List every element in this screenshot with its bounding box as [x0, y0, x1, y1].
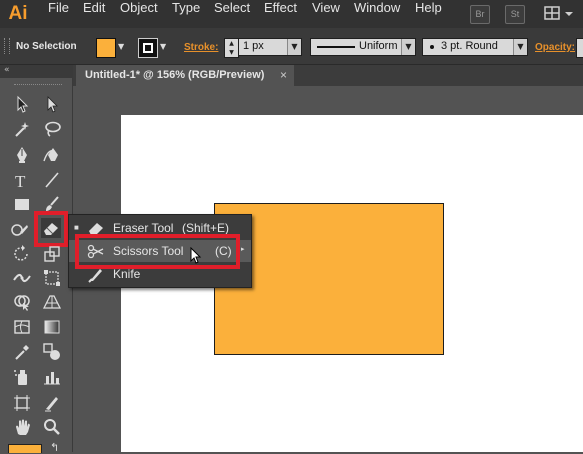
type-tool-icon[interactable]: T	[12, 170, 32, 191]
free-transform-tool-icon[interactable]	[42, 268, 62, 288]
profile-line-icon	[317, 46, 355, 48]
workspace-switcher[interactable]	[543, 4, 577, 23]
magic-wand-tool-icon[interactable]	[12, 119, 32, 139]
menu-select[interactable]: Select	[214, 0, 250, 28]
svg-text:T: T	[15, 172, 26, 190]
line-segment-tool-icon[interactable]	[42, 170, 62, 190]
mesh-tool-icon[interactable]	[12, 317, 32, 337]
tools-panel-header: «	[0, 65, 73, 78]
menu-help[interactable]: Help	[415, 0, 442, 28]
panel-grip[interactable]	[14, 84, 62, 86]
shaper-tool-icon[interactable]	[10, 219, 30, 239]
gradient-tool-icon[interactable]	[42, 317, 62, 337]
rotate-tool-icon[interactable]	[12, 244, 32, 264]
stroke-weight-stepper[interactable]: ▲ ▼	[224, 38, 239, 58]
artboard-tool-icon[interactable]	[12, 393, 32, 413]
swap-fill-stroke-icon[interactable]: ↰	[50, 441, 59, 454]
rectangle-tool-icon[interactable]	[12, 194, 32, 214]
menu-window[interactable]: Window	[354, 0, 400, 28]
document-tab[interactable]: Untitled-1* @ 156% (RGB/Preview) ×	[76, 65, 294, 86]
zoom-tool-icon[interactable]	[42, 417, 62, 437]
menu-type[interactable]: Type	[172, 0, 200, 28]
menu-view[interactable]: View	[312, 0, 340, 28]
fill-dropdown-arrow[interactable]: ▼	[118, 42, 124, 51]
close-icon[interactable]: ×	[280, 65, 287, 86]
menu-file[interactable]: File	[48, 0, 69, 28]
menu-edit[interactable]: Edit	[83, 0, 105, 28]
flyout-tearoff-arrow[interactable]: ▸	[241, 245, 245, 253]
scissors-tool-highlight	[75, 234, 240, 269]
workspace-grid-icon	[544, 6, 573, 20]
collapse-icon[interactable]: «	[4, 65, 10, 75]
direct-selection-tool-icon[interactable]	[42, 94, 62, 114]
symbol-sprayer-tool-icon[interactable]	[12, 367, 32, 387]
shape-builder-tool-icon[interactable]	[12, 292, 32, 312]
stroke-dropdown-arrow[interactable]: ▼	[160, 42, 166, 51]
stroke-weight-value: 1 px	[243, 40, 264, 52]
stock-button[interactable]: St	[505, 5, 525, 24]
chevron-down-icon[interactable]: ▼	[287, 39, 301, 55]
stroke-weight-field[interactable]: 1 px ▼	[238, 38, 302, 56]
selection-status: No Selection	[16, 41, 77, 52]
fill-swatch[interactable]	[96, 38, 116, 58]
chevron-down-icon[interactable]: ▼	[513, 39, 527, 55]
brush-value: 3 pt. Round	[441, 40, 498, 52]
column-graph-tool-icon[interactable]	[42, 367, 62, 387]
eyedropper-tool-icon[interactable]	[12, 342, 32, 362]
scale-tool-icon[interactable]	[42, 244, 62, 264]
lasso-tool-icon[interactable]	[42, 119, 62, 139]
menu-object[interactable]: Object	[120, 0, 158, 28]
brush-dot-icon	[430, 45, 434, 49]
perspective-grid-tool-icon[interactable]	[42, 292, 62, 312]
profile-value: Uniform	[359, 40, 398, 52]
opacity-label[interactable]: Opacity:	[535, 42, 575, 53]
stroke-swatch[interactable]	[138, 38, 158, 58]
mouse-cursor-icon	[190, 246, 204, 265]
pen-tool-icon[interactable]	[12, 145, 32, 165]
chevron-down-icon[interactable]: ▼	[401, 39, 415, 55]
control-bar-grip[interactable]	[4, 38, 10, 54]
curvature-tool-icon[interactable]	[42, 145, 62, 165]
variable-width-profile[interactable]: Uniform ▼	[310, 38, 416, 56]
selection-tool-icon[interactable]	[12, 94, 32, 114]
bridge-button[interactable]: Br	[470, 5, 490, 24]
app-logo: Ai	[8, 3, 28, 24]
stroke-label[interactable]: Stroke:	[184, 42, 218, 53]
opacity-field[interactable]	[576, 38, 583, 58]
eraser-tool-icon[interactable]	[41, 218, 61, 238]
tools-panel	[0, 65, 73, 452]
menu-effect[interactable]: Effect	[264, 0, 297, 28]
brush-definition[interactable]: 3 pt. Round ▼	[422, 38, 528, 56]
document-tab-title: Untitled-1* @ 156% (RGB/Preview)	[85, 69, 265, 81]
blend-tool-icon[interactable]	[42, 342, 62, 362]
hand-tool-icon[interactable]	[12, 417, 32, 437]
width-tool-icon[interactable]	[12, 268, 32, 288]
slice-tool-icon[interactable]	[42, 393, 62, 413]
